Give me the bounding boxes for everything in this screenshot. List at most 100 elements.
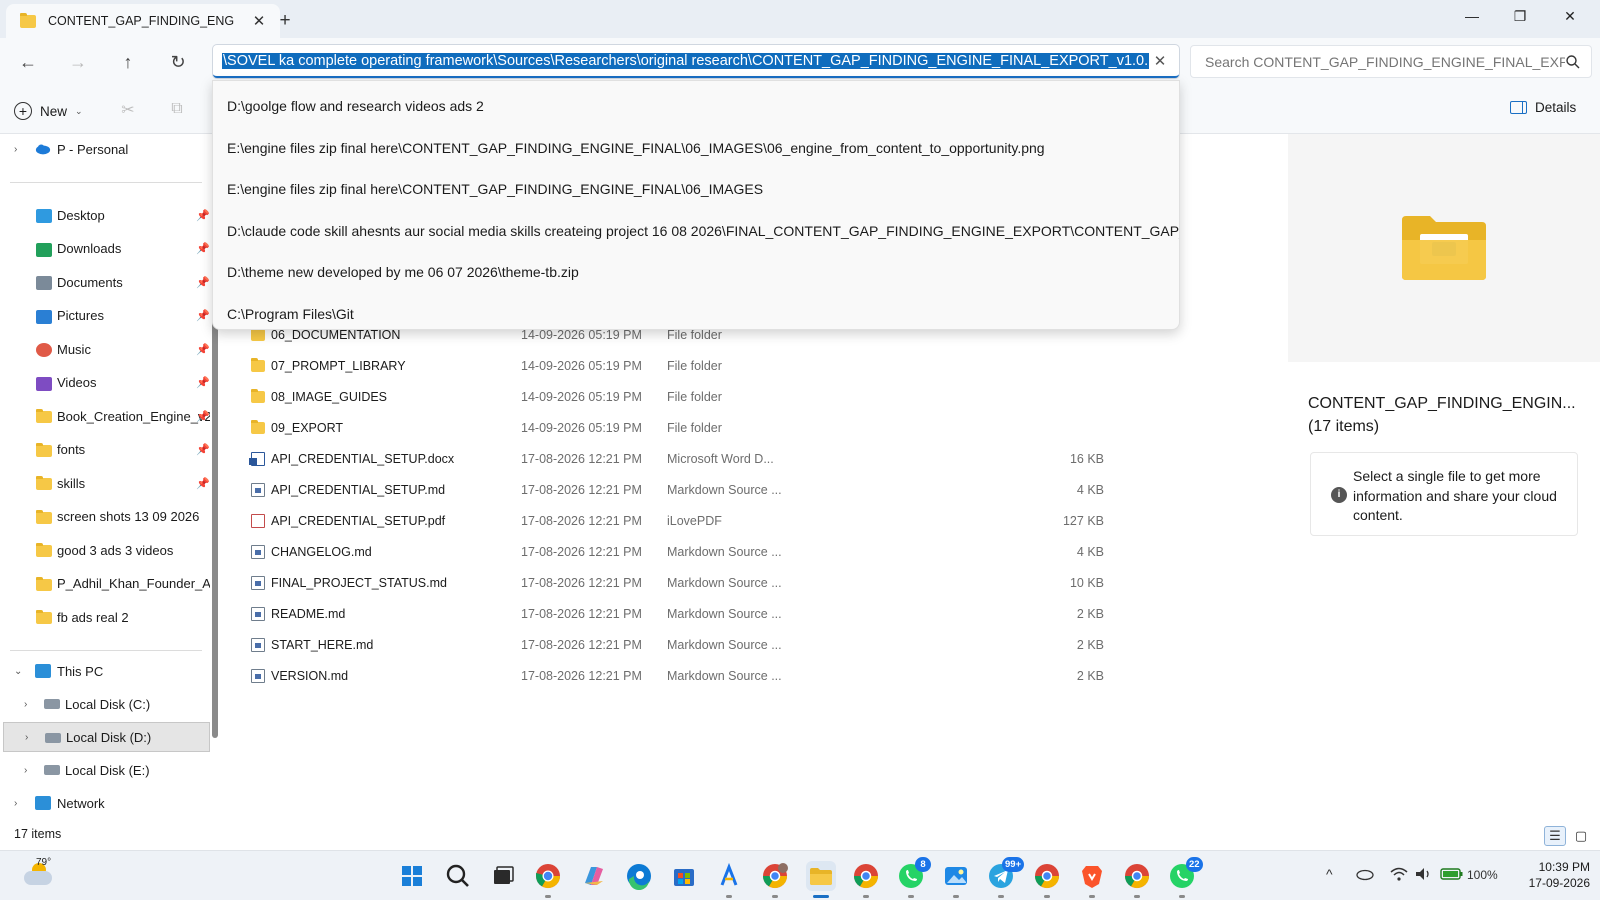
pin-icon[interactable]: 📌 xyxy=(196,209,210,222)
volume-icon[interactable] xyxy=(1414,866,1432,882)
sidebar-item-local-disk-c[interactable]: › Local Disk (C:) xyxy=(0,689,212,719)
file-row[interactable]: API_CREDENTIAL_SETUP.docx 17-08-2026 12:2… xyxy=(244,444,1104,474)
chevron-right-icon[interactable]: › xyxy=(14,798,17,809)
onedrive-tray-icon[interactable] xyxy=(1356,867,1374,881)
chrome-icon[interactable] xyxy=(1122,861,1152,891)
file-row[interactable]: API_CREDENTIAL_SETUP.pdf 17-08-2026 12:21… xyxy=(244,506,1104,536)
chevron-right-icon[interactable]: › xyxy=(25,732,28,743)
brave-icon[interactable] xyxy=(1077,861,1107,891)
chrome-icon[interactable] xyxy=(533,861,563,891)
minimize-button[interactable]: — xyxy=(1448,0,1496,32)
sidebar-item-desktop[interactable]: Desktop 📌 xyxy=(0,200,212,230)
sidebar-item-fb-ads-real-2[interactable]: fb ads real 2 xyxy=(0,602,212,632)
pin-icon[interactable]: 📌 xyxy=(196,410,210,423)
address-clear-button[interactable]: ✕ xyxy=(1149,52,1171,70)
address-input[interactable]: \SOVEL ka complete operating framework\S… xyxy=(222,52,1149,69)
file-row[interactable]: API_CREDENTIAL_SETUP.md 17-08-2026 12:21 … xyxy=(244,475,1104,505)
autocomplete-suggestion[interactable]: C:\Program Files\Git xyxy=(213,294,1179,334)
chrome-profile-icon[interactable] xyxy=(760,861,790,891)
chevron-right-icon[interactable]: › xyxy=(24,765,27,776)
pin-icon[interactable]: 📌 xyxy=(196,276,210,289)
sidebar-item-onedrive[interactable]: › P - Personal xyxy=(0,134,212,164)
pin-icon[interactable]: 📌 xyxy=(196,477,210,490)
task-view-icon[interactable] xyxy=(488,861,518,891)
sidebar-item-pictures[interactable]: Pictures 📌 xyxy=(0,301,212,331)
cloud-icon xyxy=(24,871,52,885)
sidebar-item-this-pc[interactable]: ⌄ This PC xyxy=(0,656,212,686)
pin-icon[interactable]: 📌 xyxy=(196,242,210,255)
chrome-icon[interactable] xyxy=(1032,861,1062,891)
search-icon[interactable] xyxy=(1565,54,1581,70)
pin-icon[interactable]: 📌 xyxy=(196,376,210,389)
file-row[interactable]: VERSION.md 17-08-2026 12:21 PM Markdown So… xyxy=(244,661,1104,691)
sidebar-item-music[interactable]: Music 📌 xyxy=(0,334,212,364)
sidebar-item-local-disk-d[interactable]: › Local Disk (D:) xyxy=(3,722,210,752)
edge-icon[interactable] xyxy=(624,861,654,891)
autocomplete-suggestion[interactable]: E:\engine files zip final here\CONTENT_G… xyxy=(213,169,1179,209)
search-input[interactable] xyxy=(1205,53,1565,70)
microsoft-store-icon[interactable] xyxy=(669,861,699,891)
file-row[interactable]: START_HERE.md 17-08-2026 12:21 PM Markdown… xyxy=(244,630,1104,660)
sidebar-item-fonts[interactable]: fonts 📌 xyxy=(0,435,212,465)
sidebar-item-network[interactable]: › Network xyxy=(0,788,212,818)
app-a-icon[interactable] xyxy=(714,861,744,891)
chevron-right-icon[interactable]: › xyxy=(24,699,27,710)
details-info-box: i Select a single file to get more infor… xyxy=(1310,452,1578,536)
search-box[interactable] xyxy=(1190,45,1592,78)
chevron-down-icon[interactable]: ⌄ xyxy=(14,666,22,677)
autocomplete-suggestion[interactable]: D:\goolge flow and research videos ads 2 xyxy=(213,86,1179,126)
copy-icon[interactable]: ⧉ xyxy=(166,100,188,122)
refresh-button[interactable]: ↻ xyxy=(163,48,193,76)
details-view-button[interactable]: ☰ xyxy=(1544,826,1566,846)
back-button[interactable]: ← xyxy=(13,48,43,76)
show-hidden-icons-chevron[interactable]: ^ xyxy=(1326,866,1333,882)
sidebar-item-screen-shots-13-09-2026[interactable]: screen shots 13 09 2026 xyxy=(0,502,212,532)
photos-icon[interactable] xyxy=(941,861,971,891)
autocomplete-suggestion[interactable]: D:\theme new developed by me 06 07 2026\… xyxy=(213,252,1179,292)
file-row[interactable]: 08_IMAGE_GUIDES 14-09-2026 05:19 PM File f… xyxy=(244,382,1104,412)
file-row[interactable]: FINAL_PROJECT_STATUS.md 17-08-2026 12:21 … xyxy=(244,568,1104,598)
sidebar-item-videos[interactable]: Videos 📌 xyxy=(0,368,212,398)
sidebar-item-local-disk-e[interactable]: › Local Disk (E:) xyxy=(0,755,212,785)
sidebar-item-p-adhil-khan-founder-auth[interactable]: P_Adhil_Khan_Founder_Auth xyxy=(0,569,212,599)
file-explorer-icon[interactable] xyxy=(806,861,836,891)
start-windows-icon[interactable] xyxy=(397,861,427,891)
chrome-icon[interactable] xyxy=(851,861,881,891)
tiles-view-button[interactable]: ▢ xyxy=(1570,826,1592,846)
clock[interactable]: 10:39 PM 17-09-2026 xyxy=(1504,859,1590,891)
autocomplete-suggestion[interactable]: E:\engine files zip final here\CONTENT_G… xyxy=(213,128,1179,168)
file-row[interactable]: CHANGELOG.md 17-08-2026 12:21 PM Markdown … xyxy=(244,537,1104,567)
battery-icon[interactable] xyxy=(1440,867,1464,881)
search-icon[interactable] xyxy=(443,861,473,891)
sidebar-divider xyxy=(10,650,202,651)
maximize-button[interactable]: ❐ xyxy=(1496,0,1544,32)
address-bar[interactable]: \SOVEL ka complete operating framework\S… xyxy=(213,45,1179,78)
plus-icon: + xyxy=(14,102,32,120)
wifi-icon[interactable] xyxy=(1390,866,1408,882)
pin-icon[interactable]: 📌 xyxy=(196,343,210,356)
new-tab-button[interactable]: + xyxy=(272,8,298,34)
up-button[interactable]: ↑ xyxy=(113,48,143,76)
sidebar-item-documents[interactable]: Documents 📌 xyxy=(0,267,212,297)
close-window-button[interactable]: ✕ xyxy=(1546,0,1594,32)
tab-close-button[interactable]: ✕ xyxy=(248,10,270,32)
pin-icon[interactable]: 📌 xyxy=(196,309,210,322)
weather-widget[interactable]: 79° xyxy=(20,857,56,893)
sidebar-item-good-3-ads-3-videos[interactable]: good 3 ads 3 videos xyxy=(0,535,212,565)
sidebar-item-skills[interactable]: skills 📌 xyxy=(0,468,212,498)
new-button[interactable]: + New ⌄ xyxy=(14,98,83,124)
details-button[interactable]: Details xyxy=(1510,100,1576,115)
explorer-tab[interactable]: CONTENT_GAP_FINDING_ENG ✕ xyxy=(6,4,280,38)
sidebar-item-downloads[interactable]: Downloads 📌 xyxy=(0,234,212,264)
file-row[interactable]: README.md 17-08-2026 12:21 PM Markdown Sou… xyxy=(244,599,1104,629)
pin-icon[interactable]: 📌 xyxy=(196,443,210,456)
copilot-icon[interactable] xyxy=(579,861,609,891)
chevron-right-icon[interactable]: › xyxy=(14,144,17,155)
file-row[interactable]: 07_PROMPT_LIBRARY 14-09-2026 05:19 PM File… xyxy=(244,351,1104,381)
forward-button[interactable]: → xyxy=(63,48,93,76)
sidebar-item-book-creation-engine-v2[interactable]: Book_Creation_Engine_v2 📌 xyxy=(0,401,212,431)
file-row[interactable]: 09_EXPORT 14-09-2026 05:19 PM File folder xyxy=(244,413,1104,443)
autocomplete-suggestion[interactable]: D:\claude code skill ahesnts aur social … xyxy=(213,211,1179,251)
cut-icon[interactable]: ✂ xyxy=(117,100,139,122)
file-type: Markdown Source ... xyxy=(667,669,782,683)
